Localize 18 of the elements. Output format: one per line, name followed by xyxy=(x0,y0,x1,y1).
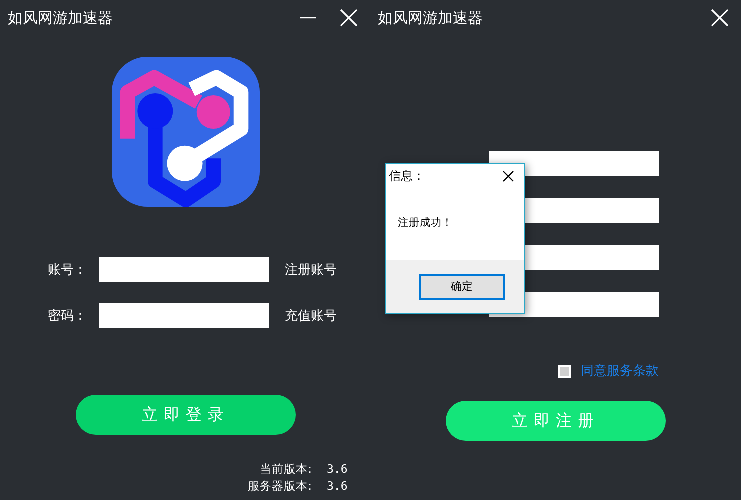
window-title: 如风网游加速器 xyxy=(378,8,484,28)
field-label: 密码： xyxy=(48,308,88,324)
checkbox[interactable] xyxy=(558,364,571,378)
field-label: 账号： xyxy=(48,262,88,278)
window-title: 如风网游加速器 xyxy=(8,8,114,28)
input-field[interactable] xyxy=(99,303,269,328)
version-label: 当前版本: xyxy=(259,461,312,477)
version-value: 3.6 xyxy=(327,461,349,477)
ok-button[interactable]: 确定 xyxy=(419,274,505,300)
minimize-icon[interactable] xyxy=(300,17,316,19)
dialog-message: 注册成功！ xyxy=(398,217,453,229)
account-link[interactable]: 注册账号 xyxy=(285,260,337,278)
version-label: 服务器版本: xyxy=(247,478,312,494)
dialog-title: 信息： xyxy=(389,168,425,184)
input-field[interactable] xyxy=(99,257,269,282)
version-value: 3.6 xyxy=(327,478,349,494)
close-icon[interactable] xyxy=(503,170,514,182)
account-link[interactable]: 充值账号 xyxy=(285,306,337,324)
